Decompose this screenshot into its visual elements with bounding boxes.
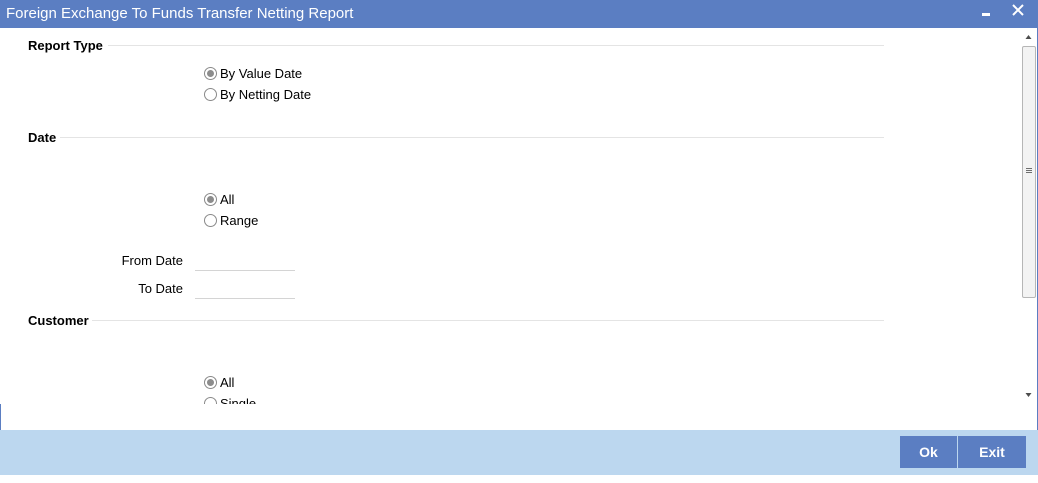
window-title: Foreign Exchange To Funds Transfer Netti… — [6, 5, 354, 22]
to-date-input[interactable] — [195, 280, 295, 299]
radio-label: By Netting Date — [220, 86, 312, 102]
bottom-strip — [0, 475, 1038, 483]
title-bar: Foreign Exchange To Funds Transfer Netti… — [0, 0, 1038, 28]
radio-button[interactable] — [204, 87, 217, 101]
section-divider — [92, 320, 884, 321]
minimize-icon — [982, 13, 990, 16]
date-heading: Date — [28, 130, 57, 145]
scrollbar-thumb[interactable] — [1022, 46, 1036, 298]
radio-date-all[interactable]: All — [204, 190, 234, 208]
radio-label: All — [220, 374, 235, 390]
radio-button-checked[interactable] — [204, 375, 217, 389]
grip-line — [1026, 172, 1032, 173]
from-date-input[interactable] — [195, 252, 295, 271]
vertical-scrollbar[interactable] — [1020, 28, 1037, 404]
radio-button-checked[interactable] — [204, 66, 217, 80]
radio-label: Single — [220, 395, 257, 405]
radio-label: Range — [220, 212, 259, 228]
radio-customer-all[interactable]: All — [204, 373, 234, 391]
ok-button[interactable]: Ok — [900, 436, 957, 468]
from-date-label: From Date — [121, 253, 183, 268]
radio-label: All — [220, 191, 235, 207]
radio-button[interactable] — [204, 396, 217, 404]
radio-date-range[interactable]: Range — [204, 211, 258, 229]
to-date-label: To Date — [138, 281, 183, 296]
scroll-up-arrow-icon[interactable] — [1020, 30, 1037, 44]
radio-by-value-date[interactable]: By Value Date — [204, 64, 302, 82]
scroll-down-arrow-icon[interactable] — [1020, 388, 1037, 402]
exit-button[interactable]: Exit — [958, 436, 1026, 468]
footer-bar: Ok Exit — [0, 430, 1038, 475]
close-button[interactable] — [1006, 0, 1030, 26]
report-type-heading: Report Type — [28, 38, 103, 53]
radio-label: By Value Date — [220, 65, 303, 81]
radio-button-checked[interactable] — [204, 192, 217, 206]
minimize-button[interactable] — [974, 0, 998, 26]
grip-line — [1026, 170, 1032, 171]
radio-customer-single[interactable]: Single — [204, 394, 256, 404]
customer-heading: Customer — [28, 313, 89, 328]
form-content: Report Type By Value Date By Netting Dat… — [0, 28, 1020, 404]
close-icon — [1012, 4, 1024, 16]
radio-by-netting-date[interactable]: By Netting Date — [204, 85, 311, 103]
radio-button[interactable] — [204, 213, 217, 227]
section-divider — [108, 45, 884, 46]
section-divider — [60, 137, 884, 138]
grip-line — [1026, 168, 1032, 169]
